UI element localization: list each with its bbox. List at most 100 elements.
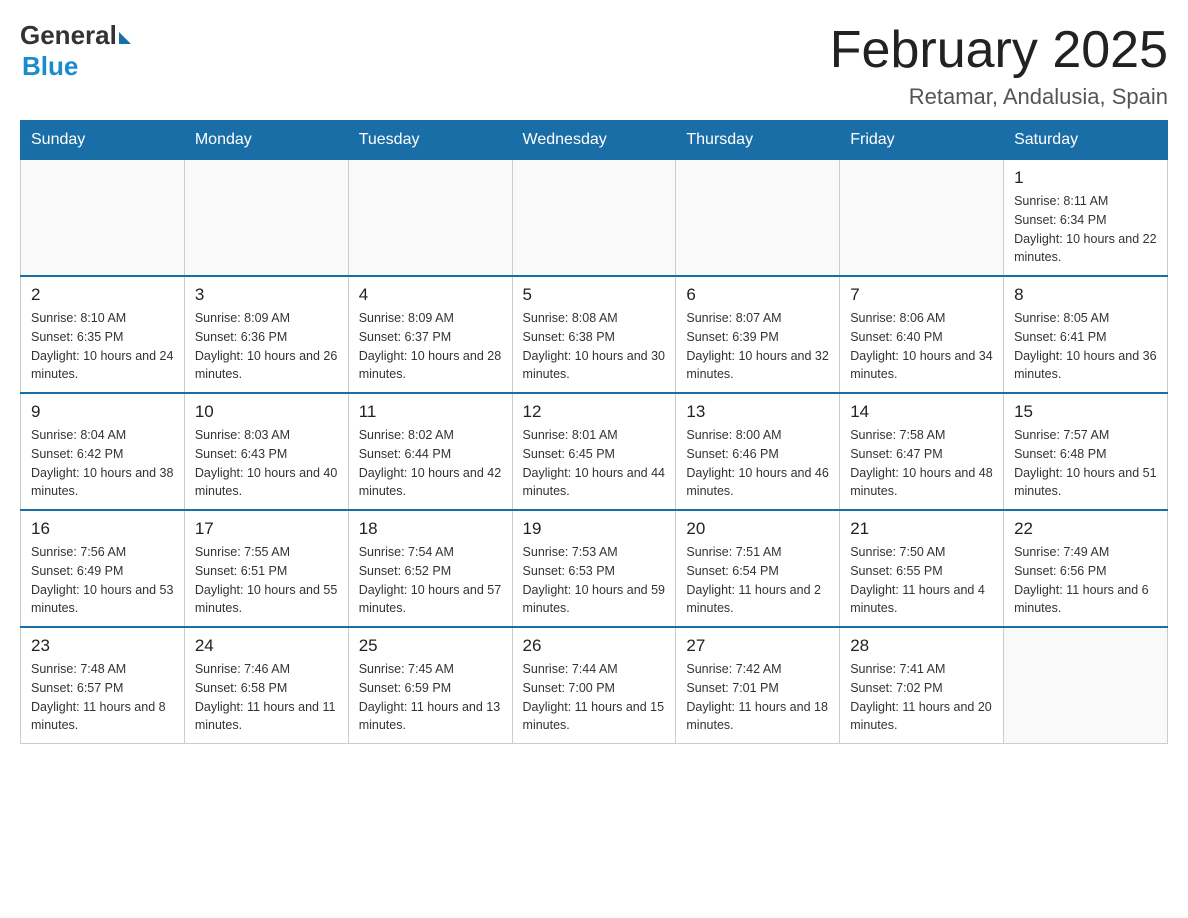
calendar-cell: 24 Sunrise: 7:46 AM Sunset: 6:58 PM Dayli… (184, 627, 348, 744)
calendar-cell: 23Sunrise: 7:48 AM Sunset: 6:57 PM Dayli… (21, 627, 185, 744)
day-of-week-header: Friday (840, 121, 1004, 160)
calendar-cell: 11 Sunrise: 8:02 AM Sunset: 6:44 PM Dayli… (348, 393, 512, 510)
day-info: Sunrise: 7:53 AM Sunset: 6:53 PM Dayligh… (523, 543, 666, 618)
day-info: Sunrise: 8:03 AM Sunset: 6:43 PM Dayligh… (195, 426, 338, 501)
calendar-cell: 26 Sunrise: 7:44 AM Sunset: 7:00 PM Dayli… (512, 627, 676, 744)
day-number: 20 (686, 519, 829, 539)
day-info: Sunrise: 8:01 AM Sunset: 6:45 PM Dayligh… (523, 426, 666, 501)
calendar-cell: 15 Sunrise: 7:57 AM Sunset: 6:48 PM Dayli… (1004, 393, 1168, 510)
day-of-week-header: Monday (184, 121, 348, 160)
logo-triangle-icon (119, 32, 131, 44)
day-info: Sunrise: 8:07 AM Sunset: 6:39 PM Dayligh… (686, 309, 829, 384)
day-info: Sunrise: 7:44 AM Sunset: 7:00 PM Dayligh… (523, 660, 666, 735)
day-info: Sunrise: 8:02 AM Sunset: 6:44 PM Dayligh… (359, 426, 502, 501)
day-number: 17 (195, 519, 338, 539)
day-of-week-header: Thursday (676, 121, 840, 160)
calendar-cell (676, 160, 840, 277)
day-info: Sunrise: 8:10 AM Sunset: 6:35 PM Dayligh… (31, 309, 174, 384)
day-number: 4 (359, 285, 502, 305)
calendar-cell: 19 Sunrise: 7:53 AM Sunset: 6:53 PM Dayli… (512, 510, 676, 627)
calendar-cell: 21 Sunrise: 7:50 AM Sunset: 6:55 PM Dayli… (840, 510, 1004, 627)
day-info: Sunrise: 8:06 AM Sunset: 6:40 PM Dayligh… (850, 309, 993, 384)
day-number: 9 (31, 402, 174, 422)
calendar-week-row: 2 Sunrise: 8:10 AM Sunset: 6:35 PM Daylig… (21, 276, 1168, 393)
calendar-cell: 14 Sunrise: 7:58 AM Sunset: 6:47 PM Dayli… (840, 393, 1004, 510)
calendar-cell: 3Sunrise: 8:09 AM Sunset: 6:36 PM Daylig… (184, 276, 348, 393)
calendar-cell: 8 Sunrise: 8:05 AM Sunset: 6:41 PM Daylig… (1004, 276, 1168, 393)
day-number: 8 (1014, 285, 1157, 305)
calendar-cell: 16 Sunrise: 7:56 AM Sunset: 6:49 PM Dayli… (21, 510, 185, 627)
day-info: Sunrise: 7:58 AM Sunset: 6:47 PM Dayligh… (850, 426, 993, 501)
day-number: 6 (686, 285, 829, 305)
calendar-cell: 28Sunrise: 7:41 AM Sunset: 7:02 PM Dayli… (840, 627, 1004, 744)
day-number: 7 (850, 285, 993, 305)
calendar-cell: 27 Sunrise: 7:42 AM Sunset: 7:01 PM Dayli… (676, 627, 840, 744)
calendar-week-row: 23Sunrise: 7:48 AM Sunset: 6:57 PM Dayli… (21, 627, 1168, 744)
day-info: Sunrise: 7:57 AM Sunset: 6:48 PM Dayligh… (1014, 426, 1157, 501)
calendar-cell (348, 160, 512, 277)
calendar-cell: 17 Sunrise: 7:55 AM Sunset: 6:51 PM Dayli… (184, 510, 348, 627)
logo-blue-text: Blue (22, 51, 78, 82)
calendar-cell: 18Sunrise: 7:54 AM Sunset: 6:52 PM Dayli… (348, 510, 512, 627)
calendar-cell (840, 160, 1004, 277)
calendar-cell: 2 Sunrise: 8:10 AM Sunset: 6:35 PM Daylig… (21, 276, 185, 393)
calendar-cell (512, 160, 676, 277)
calendar-cell: 7 Sunrise: 8:06 AM Sunset: 6:40 PM Daylig… (840, 276, 1004, 393)
calendar-week-row: 9 Sunrise: 8:04 AM Sunset: 6:42 PM Daylig… (21, 393, 1168, 510)
calendar-cell (184, 160, 348, 277)
calendar-cell: 25Sunrise: 7:45 AM Sunset: 6:59 PM Dayli… (348, 627, 512, 744)
day-number: 5 (523, 285, 666, 305)
day-info: Sunrise: 8:11 AM Sunset: 6:34 PM Dayligh… (1014, 192, 1157, 267)
calendar-cell: 22Sunrise: 7:49 AM Sunset: 6:56 PM Dayli… (1004, 510, 1168, 627)
logo: General Blue (20, 20, 131, 82)
day-number: 14 (850, 402, 993, 422)
day-of-week-header: Tuesday (348, 121, 512, 160)
calendar-cell: 6 Sunrise: 8:07 AM Sunset: 6:39 PM Daylig… (676, 276, 840, 393)
day-info: Sunrise: 8:08 AM Sunset: 6:38 PM Dayligh… (523, 309, 666, 384)
day-of-week-header: Sunday (21, 121, 185, 160)
day-info: Sunrise: 7:48 AM Sunset: 6:57 PM Dayligh… (31, 660, 174, 735)
calendar-cell: 1 Sunrise: 8:11 AM Sunset: 6:34 PM Daylig… (1004, 160, 1168, 277)
title-section: February 2025 Retamar, Andalusia, Spain (830, 20, 1168, 110)
location-text: Retamar, Andalusia, Spain (830, 84, 1168, 110)
day-number: 3 (195, 285, 338, 305)
day-info: Sunrise: 7:42 AM Sunset: 7:01 PM Dayligh… (686, 660, 829, 735)
calendar-cell: 4 Sunrise: 8:09 AM Sunset: 6:37 PM Daylig… (348, 276, 512, 393)
calendar-cell: 9 Sunrise: 8:04 AM Sunset: 6:42 PM Daylig… (21, 393, 185, 510)
day-number: 22 (1014, 519, 1157, 539)
day-number: 12 (523, 402, 666, 422)
day-info: Sunrise: 7:55 AM Sunset: 6:51 PM Dayligh… (195, 543, 338, 618)
day-number: 26 (523, 636, 666, 656)
day-of-week-header: Wednesday (512, 121, 676, 160)
day-info: Sunrise: 7:50 AM Sunset: 6:55 PM Dayligh… (850, 543, 993, 618)
calendar-cell: 13 Sunrise: 8:00 AM Sunset: 6:46 PM Dayli… (676, 393, 840, 510)
day-number: 15 (1014, 402, 1157, 422)
day-number: 2 (31, 285, 174, 305)
day-info: Sunrise: 7:54 AM Sunset: 6:52 PM Dayligh… (359, 543, 502, 618)
day-info: Sunrise: 8:05 AM Sunset: 6:41 PM Dayligh… (1014, 309, 1157, 384)
day-number: 11 (359, 402, 502, 422)
day-info: Sunrise: 8:00 AM Sunset: 6:46 PM Dayligh… (686, 426, 829, 501)
day-number: 16 (31, 519, 174, 539)
day-number: 1 (1014, 168, 1157, 188)
day-number: 21 (850, 519, 993, 539)
day-info: Sunrise: 7:46 AM Sunset: 6:58 PM Dayligh… (195, 660, 338, 735)
day-of-week-header: Saturday (1004, 121, 1168, 160)
day-info: Sunrise: 8:09 AM Sunset: 6:37 PM Dayligh… (359, 309, 502, 384)
day-number: 27 (686, 636, 829, 656)
day-number: 19 (523, 519, 666, 539)
calendar-cell (1004, 627, 1168, 744)
calendar-header-row: SundayMondayTuesdayWednesdayThursdayFrid… (21, 121, 1168, 160)
day-info: Sunrise: 7:45 AM Sunset: 6:59 PM Dayligh… (359, 660, 502, 735)
month-title: February 2025 (830, 20, 1168, 80)
day-number: 13 (686, 402, 829, 422)
day-number: 10 (195, 402, 338, 422)
logo-general-text: General (20, 20, 117, 51)
calendar-week-row: 1 Sunrise: 8:11 AM Sunset: 6:34 PM Daylig… (21, 160, 1168, 277)
day-info: Sunrise: 7:41 AM Sunset: 7:02 PM Dayligh… (850, 660, 993, 735)
day-number: 24 (195, 636, 338, 656)
day-info: Sunrise: 7:56 AM Sunset: 6:49 PM Dayligh… (31, 543, 174, 618)
day-info: Sunrise: 8:04 AM Sunset: 6:42 PM Dayligh… (31, 426, 174, 501)
logo-text: General (20, 20, 131, 51)
calendar-cell: 20Sunrise: 7:51 AM Sunset: 6:54 PM Dayli… (676, 510, 840, 627)
